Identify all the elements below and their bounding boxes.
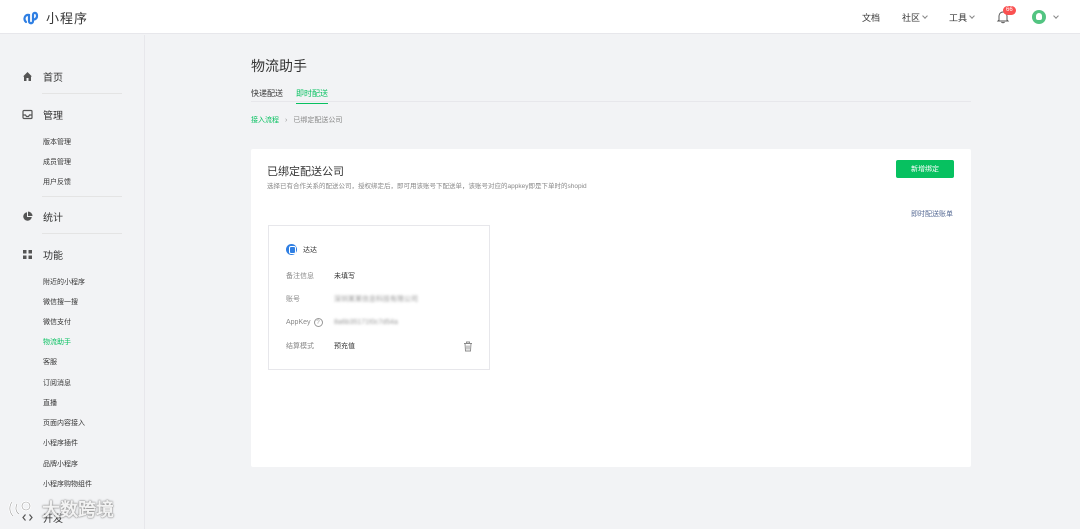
breadcrumb-separator: ›: [285, 116, 288, 124]
chevron-down-icon: [969, 13, 975, 19]
grid-icon: [23, 250, 32, 259]
divider: [42, 233, 122, 234]
sidebar-item-features[interactable]: 功能: [22, 247, 63, 262]
sidebar-item-label: 统计: [43, 213, 63, 224]
sidebar-item-logistics[interactable]: 物流助手: [43, 337, 71, 347]
inbox-icon: [22, 109, 33, 120]
sidebar-item-live[interactable]: 直播: [43, 398, 57, 408]
breadcrumb: 接入流程 › 已绑定配送公司: [251, 115, 342, 125]
row-value: 预充值: [334, 343, 355, 350]
card-row-settlement: 结算模式 预充值: [286, 341, 355, 351]
nav-docs-label: 文档: [861, 12, 880, 23]
app-name: 小程序: [46, 11, 89, 26]
divider: [42, 196, 122, 197]
sidebar-item-service[interactable]: 客服: [43, 357, 57, 367]
chevron-down-icon: [1053, 13, 1059, 19]
sidebar-item-brand[interactable]: 品牌小程序: [43, 459, 78, 469]
watermark: 大数跨境: [8, 496, 114, 522]
nav-community[interactable]: 社区: [901, 11, 928, 24]
row-label-wrap: AppKey ?: [286, 318, 334, 327]
pie-chart-icon: [23, 211, 33, 221]
row-label: 备注信息: [286, 273, 314, 280]
sidebar-item-nearby[interactable]: 附近的小程序: [43, 277, 85, 287]
breadcrumb-link[interactable]: 接入流程: [251, 115, 279, 125]
sidebar-item-search[interactable]: 微信搜一搜: [43, 297, 78, 307]
chevron-down-icon: [922, 13, 928, 19]
row-value: 8a6b35171f0c7d54a: [334, 319, 398, 326]
notifications-button[interactable]: 66: [996, 6, 1016, 24]
row-value: 深圳某某信息科技有限公司: [334, 296, 418, 303]
company-name: 达达: [303, 246, 317, 254]
page-title: 物流助手: [251, 58, 307, 74]
instant-delivery-bill-link[interactable]: 即时配送账单: [911, 209, 953, 219]
divider: [42, 93, 122, 94]
row-value: 未填写: [334, 273, 355, 280]
sidebar-item-stats[interactable]: 统计: [22, 209, 63, 224]
bell-icon: 66: [996, 6, 1016, 24]
sidebar-item-manage[interactable]: 管理: [22, 107, 63, 122]
account-menu[interactable]: [1032, 10, 1059, 24]
nav-tools-label: 工具: [948, 12, 967, 23]
nav-tools[interactable]: 工具: [948, 11, 975, 24]
sidebar-item-plugin[interactable]: 小程序插件: [43, 438, 78, 448]
sidebar-item-subscribe[interactable]: 订阅消息: [43, 378, 71, 388]
watermark-logo-icon: [8, 500, 32, 517]
panel-title: 已绑定配送公司: [267, 166, 344, 178]
avatar: [1032, 10, 1046, 24]
sidebar-item-version[interactable]: 版本管理: [43, 137, 71, 147]
trash-icon[interactable]: [463, 341, 473, 352]
dada-logo-icon: [286, 244, 297, 255]
card-row-appkey: AppKey ? 8a6b35171f0c7d54a: [286, 318, 398, 327]
notification-badge: 66: [1003, 6, 1016, 15]
sidebar-item-label: 管理: [43, 111, 63, 122]
app-logo[interactable]: 小程序: [22, 8, 88, 27]
home-icon: [23, 72, 32, 81]
row-label: AppKey: [286, 319, 311, 326]
bound-companies-panel: 已绑定配送公司 选择已有合作关系的配送公司，授权绑定后，即可用该账号下配送单，该…: [251, 149, 971, 467]
help-icon[interactable]: ?: [313, 318, 323, 327]
sidebar-item-feedback[interactable]: 用户反馈: [43, 177, 71, 187]
sidebar-item-page-content[interactable]: 页面内容接入: [43, 418, 85, 428]
nav-docs[interactable]: 文档: [862, 11, 880, 24]
sidebar-item-shopping[interactable]: 小程序购物组件: [43, 479, 92, 489]
sidebar-item-label: 功能: [43, 251, 63, 262]
row-label: 账号: [286, 296, 300, 303]
top-nav: 文档 社区 工具 66: [840, 0, 1059, 34]
delivery-company-card: 达达 备注信息 未填写 账号 深圳某某信息科技有限公司 AppKey ? 8a6…: [268, 225, 490, 370]
panel-description: 选择已有合作关系的配送公司，授权绑定后，即可用该账号下配送单，该账号对应的app…: [267, 183, 587, 190]
miniprogram-logo-icon: [23, 11, 39, 24]
row-label: 结算模式: [286, 343, 314, 350]
top-bar: 小程序 文档 社区 工具 66: [0, 0, 1080, 34]
nav-community-label: 社区: [901, 12, 920, 23]
sidebar-item-home[interactable]: 首页: [22, 69, 63, 84]
card-row-account: 账号 深圳某某信息科技有限公司: [286, 294, 418, 304]
sidebar-item-pay[interactable]: 微信支付: [43, 317, 71, 327]
sidebar-item-members[interactable]: 成员管理: [43, 157, 71, 167]
card-row-remark: 备注信息 未填写: [286, 271, 355, 281]
breadcrumb-current: 已绑定配送公司: [293, 117, 343, 124]
card-header: 达达: [286, 244, 317, 255]
divider: [251, 101, 971, 102]
add-binding-button[interactable]: 新增绑定: [896, 160, 954, 178]
sidebar-item-label: 首页: [43, 73, 63, 84]
watermark-text: 大数跨境: [42, 500, 114, 520]
